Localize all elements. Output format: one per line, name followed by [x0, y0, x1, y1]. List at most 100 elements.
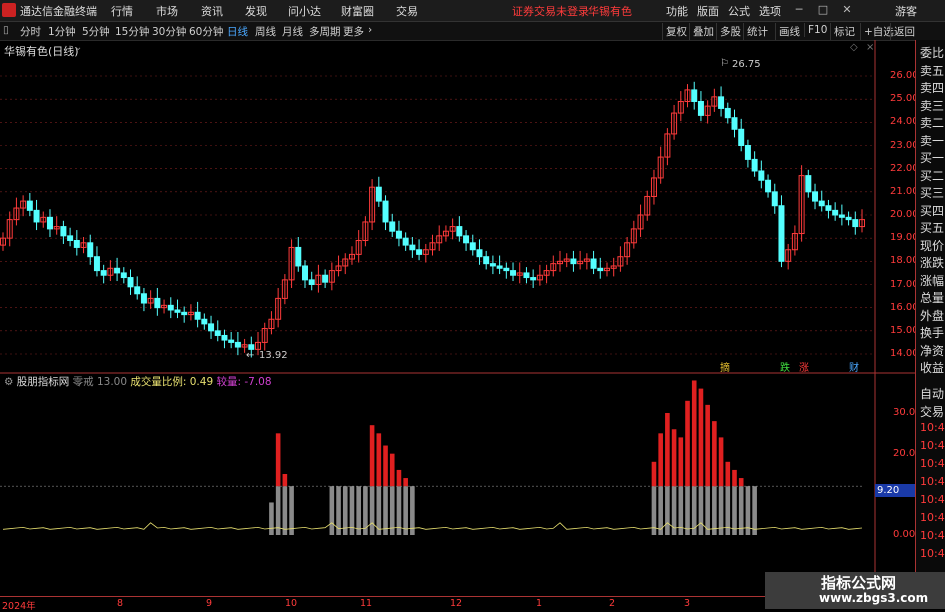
period-15min[interactable]: 15分钟 [115, 24, 149, 39]
menu-trade[interactable]: 交易 [396, 3, 418, 19]
auto-trade-label[interactable]: 自动 [920, 385, 944, 402]
indicator-param-value: 13.00 [96, 376, 128, 388]
tool-overlay[interactable]: 叠加 [689, 23, 717, 40]
menu-layout[interactable]: 版面 [697, 3, 719, 19]
indicator-bar-gray [282, 486, 288, 535]
date-tick-label: 2024年 [2, 601, 36, 612]
period-daily[interactable]: 日线 [227, 24, 248, 39]
app-logo-icon [2, 3, 16, 17]
quote-field-label[interactable]: 卖四 [920, 79, 944, 96]
period-monthly[interactable]: 月线 [282, 24, 303, 39]
menu-function[interactable]: 功能 [666, 3, 688, 19]
candle-down [496, 265, 503, 269]
indicator-bar-gray [383, 486, 388, 535]
quote-field-label[interactable]: 收益 [920, 359, 944, 376]
quote-field-label[interactable]: 买二 [920, 167, 944, 184]
candle-down [489, 263, 496, 267]
candle-down [805, 175, 812, 193]
signal-badge[interactable]: 摘 [718, 359, 732, 374]
tool-f10[interactable]: F10 [804, 23, 830, 37]
quote-field-label[interactable]: 外盘 [920, 307, 944, 324]
guest-login[interactable]: 游客 [895, 3, 917, 19]
indicator-bar-gray [269, 502, 274, 535]
indicator-bar-red [712, 421, 717, 487]
menu-ask[interactable]: 问小达 [288, 3, 321, 19]
period-more[interactable]: 更多 [343, 24, 364, 39]
watermark-title: 指标公式网 [821, 574, 897, 592]
candle-down [456, 226, 463, 237]
candle-down [167, 304, 174, 311]
maximize-icon[interactable]: □ [814, 2, 832, 18]
indicator-bar-gray [410, 486, 415, 535]
tool-multistock[interactable]: 多股 [716, 23, 744, 40]
candle-down [778, 205, 785, 262]
menu-discover[interactable]: 发现 [245, 3, 267, 19]
quote-field-label[interactable]: 买四 [920, 202, 944, 219]
menu-quotes[interactable]: 行情 [111, 3, 133, 19]
menu-wealth[interactable]: 财富圈 [341, 3, 374, 19]
close-icon[interactable]: ✕ [838, 2, 856, 18]
candle-down [395, 230, 402, 239]
candle-down [154, 297, 161, 309]
quote-field-label[interactable]: 委比 [920, 44, 944, 61]
candle-down [744, 145, 751, 160]
quote-field-label[interactable]: 买一 [920, 149, 944, 166]
quote-field-label[interactable]: 卖三 [920, 97, 944, 114]
more-chevron-icon[interactable]: › [368, 24, 372, 36]
quote-field-label[interactable]: 净资 [920, 342, 944, 359]
candle-down [845, 216, 852, 221]
quote-field-label[interactable]: 涨幅 [920, 272, 944, 289]
indicator-bar-gray [369, 486, 375, 535]
indicator-value-compare: -7.08 [244, 376, 272, 388]
kline-chart[interactable] [0, 40, 915, 596]
indicator-gear-icon[interactable]: ⚙ [4, 376, 13, 388]
quote-field-label[interactable]: 卖一 [920, 132, 944, 149]
menu-market[interactable]: 市场 [156, 3, 178, 19]
indicator-name[interactable]: 股朋指标网 [17, 376, 70, 388]
candle-down [389, 221, 396, 232]
period-1min[interactable]: 1分钟 [48, 24, 76, 39]
period-multi[interactable]: 多周期 [309, 24, 341, 39]
quote-field-label[interactable]: 现价 [920, 237, 944, 254]
quote-field-label[interactable]: 换手 [920, 324, 944, 341]
candle-down [463, 235, 470, 244]
period-weekly[interactable]: 周线 [255, 24, 276, 39]
signal-badge[interactable]: 跌 [778, 359, 792, 374]
tool-return[interactable]: 返回 [890, 23, 918, 40]
date-tick-label: 8 [117, 598, 124, 609]
candle-down [214, 330, 221, 336]
period-5min[interactable]: 5分钟 [82, 24, 110, 39]
quote-field-label[interactable]: 买五 [920, 219, 944, 236]
menu-formula[interactable]: 公式 [728, 3, 750, 19]
signal-badge[interactable]: 涨 [797, 359, 811, 374]
tool-stats[interactable]: 统计 [743, 23, 771, 40]
quote-field-label[interactable]: 卖五 [920, 62, 944, 79]
candle-down [758, 170, 765, 181]
period-60min[interactable]: 60分钟 [189, 24, 223, 39]
quote-field-label[interactable]: 买三 [920, 184, 944, 201]
period-30min[interactable]: 30分钟 [152, 24, 186, 39]
minimize-icon[interactable]: ─ [790, 2, 808, 18]
candle-down [409, 244, 416, 251]
menu-news[interactable]: 资讯 [201, 3, 223, 19]
candle-down [228, 339, 235, 343]
signal-badge[interactable]: 财 [847, 359, 861, 374]
tool-rights[interactable]: 复权 [662, 23, 690, 40]
toolbar-back-icon[interactable]: ▯ [3, 24, 9, 36]
indicator-bar-red [403, 478, 408, 487]
quote-field-label[interactable]: 卖二 [920, 114, 944, 131]
tool-mark[interactable]: 标记 [830, 23, 858, 40]
tool-draw[interactable]: 画线 [775, 23, 803, 40]
candle-down [382, 200, 389, 223]
indicator-bar-red [698, 388, 704, 487]
login-notice[interactable]: 证券交易未登录 [512, 3, 589, 19]
indicator-bar-red [671, 429, 677, 487]
quote-field-label[interactable]: 涨跌 [920, 254, 944, 271]
menu-options[interactable]: 选项 [759, 3, 781, 19]
date-tick-label: 2 [609, 598, 616, 609]
current-stock-name: 华锡有色 [588, 5, 632, 18]
auto-trade-label[interactable]: 交易 [920, 403, 944, 420]
quote-field-label[interactable]: 总量 [920, 289, 944, 306]
watermark: 指标公式网 www.zbgs3.com [765, 572, 945, 609]
period-intraday[interactable]: 分时 [20, 24, 41, 39]
